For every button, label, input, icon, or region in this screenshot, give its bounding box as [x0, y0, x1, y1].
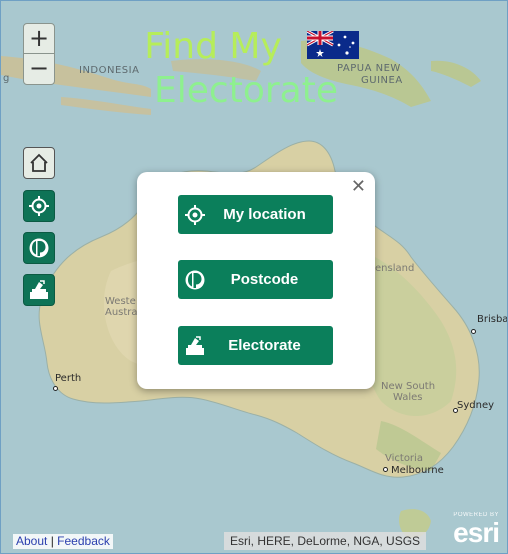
ballot-box-icon [186, 336, 204, 355]
home-icon [30, 153, 48, 172]
postcode-icon [185, 270, 205, 290]
zoom-in-button[interactable]: + [24, 24, 54, 54]
feedback-link[interactable]: Feedback [57, 534, 110, 548]
footer-separator: | [50, 534, 54, 548]
my-location-button[interactable]: My location [178, 195, 333, 234]
map-attribution: Esri, HERE, DeLorme, NGA, USGS [224, 532, 427, 550]
postcode-button[interactable]: Postcode [178, 260, 333, 299]
city-label-melbourne: Melbourne [391, 465, 444, 476]
esri-wordmark: esri [453, 517, 500, 548]
city-label-perth: Perth [55, 373, 82, 384]
esri-logo[interactable]: POWERED BY esri [435, 511, 500, 548]
city-dot-melbourne [383, 467, 388, 472]
city-label-sydney: Sydney [457, 400, 495, 411]
about-link[interactable]: About [16, 534, 47, 548]
city-dot-brisbane [471, 329, 476, 334]
footer-links: About | Feedback [13, 534, 113, 549]
city-dot-perth [53, 386, 58, 391]
electorate-side-button[interactable] [23, 274, 55, 306]
zoom-out-button[interactable]: − [24, 54, 54, 84]
app-title-line2: Electorate [154, 70, 338, 111]
map-label-nsw-2: Wales [393, 392, 423, 403]
map-label-queensland: ensland [375, 263, 415, 274]
search-options-dialog: ✕ My location Postcode Electorate [137, 172, 375, 389]
postcode-icon [29, 238, 49, 258]
crosshair-location-icon [185, 205, 205, 225]
postcode-side-button[interactable] [23, 232, 55, 264]
crosshair-location-icon [29, 196, 49, 216]
app-frame: g INDONESIA PAPUA NEW GUINEA Weste Austr… [0, 0, 508, 554]
ballot-box-icon [30, 280, 48, 299]
map-label-western-australia-1: Weste [105, 296, 136, 307]
electorate-button[interactable]: Electorate [178, 326, 333, 365]
map-label-guinea: GUINEA [361, 75, 403, 86]
zoom-control: + − [23, 23, 55, 85]
australian-flag-icon [307, 31, 359, 59]
close-icon[interactable]: ✕ [351, 177, 366, 197]
map-label-victoria: Victoria [385, 453, 423, 464]
esri-powered-by: POWERED BY [453, 512, 499, 518]
city-label-brisbane: Brisba [477, 314, 508, 325]
title-text-line1: Find My [144, 26, 282, 67]
my-location-side-button[interactable] [23, 190, 55, 222]
home-button[interactable] [23, 147, 55, 179]
map-label-g: g [3, 73, 10, 84]
map-label-nsw-1: New South [381, 381, 436, 392]
map-label-western-australia-2: Austra [105, 307, 138, 318]
